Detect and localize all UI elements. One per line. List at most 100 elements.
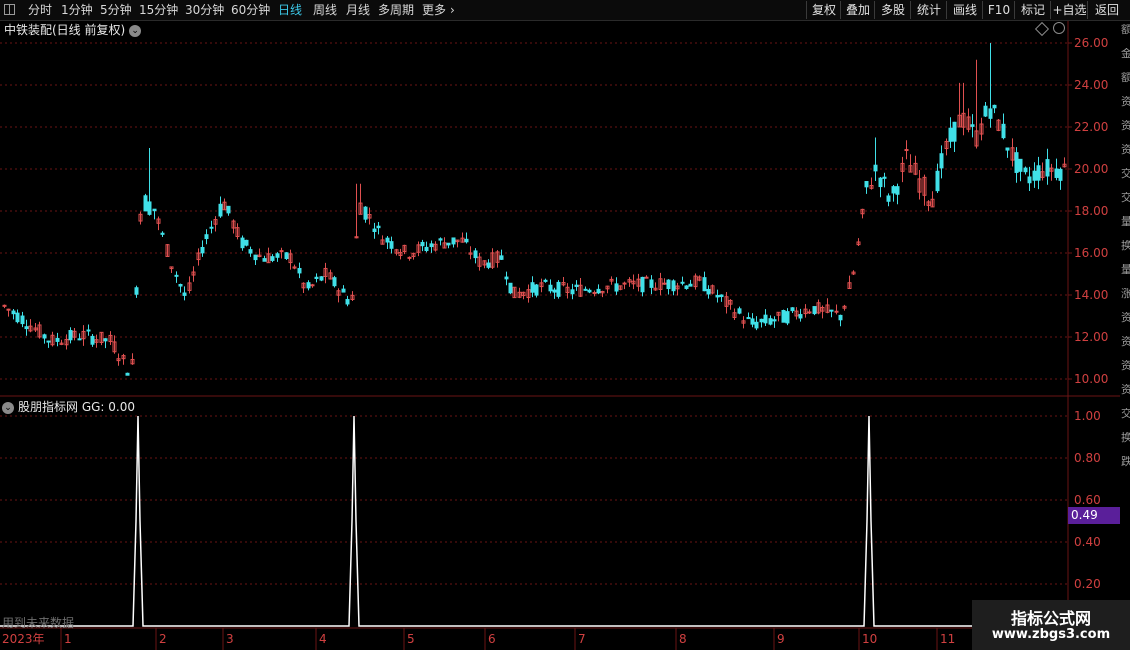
candle-body	[587, 289, 592, 293]
candle-body	[534, 284, 539, 296]
candle-body	[6, 308, 11, 311]
candle-body	[1018, 158, 1023, 172]
toolbar-button-1[interactable]: 叠加	[840, 1, 875, 19]
month-label: 5	[407, 632, 415, 646]
candle-body	[715, 295, 720, 298]
period-tab-4[interactable]: 30分钟	[185, 2, 224, 18]
toolbar-button-6[interactable]: 标记	[1014, 1, 1051, 19]
candle-body	[451, 237, 456, 245]
toolbar-button-2[interactable]: 多股	[874, 1, 911, 19]
candle-body	[649, 279, 654, 288]
month-label: 11	[940, 632, 955, 646]
candle-body	[306, 282, 311, 289]
candle-body	[218, 203, 223, 217]
candle-body	[763, 314, 768, 324]
candle-body	[486, 262, 491, 268]
candle-body	[385, 237, 390, 243]
candle-body	[983, 105, 988, 117]
month-label: 3	[226, 632, 234, 646]
candle-body	[504, 276, 509, 280]
candle-body	[15, 312, 20, 323]
chevron-right-icon[interactable]: ›	[450, 2, 455, 18]
price-axis-label: 22.00	[1074, 120, 1108, 134]
candle-body	[552, 289, 557, 293]
candle-body	[583, 288, 588, 291]
candle-body	[275, 253, 280, 258]
candle-body	[895, 186, 900, 195]
candle-body	[750, 318, 755, 325]
period-tab-5[interactable]: 60分钟	[231, 2, 270, 18]
toolbar-button-3[interactable]: 统计	[910, 1, 947, 19]
toolbar-button-4[interactable]: 画线	[946, 1, 983, 19]
candle-body	[640, 276, 645, 293]
candle-body	[152, 208, 157, 212]
candle-body	[24, 326, 29, 330]
candle-body	[737, 308, 742, 314]
candle-body	[772, 319, 777, 322]
period-tab-3[interactable]: 15分钟	[139, 2, 178, 18]
toolbar-button-5[interactable]: F10	[982, 1, 1015, 19]
chevron-down-icon[interactable]: ⌄	[129, 24, 142, 37]
toolbar-button-8[interactable]: 返回	[1087, 1, 1126, 19]
candle-body	[1005, 147, 1010, 151]
side-char: 资	[1121, 360, 1130, 372]
candle-body	[530, 282, 535, 293]
candle-body	[988, 108, 993, 119]
side-char: 额	[1121, 72, 1130, 84]
candle-body	[891, 186, 896, 194]
candle-body	[644, 276, 649, 279]
candle-body	[438, 238, 443, 241]
period-tab-1[interactable]: 1分钟	[61, 2, 93, 18]
candle-body	[345, 298, 350, 305]
side-char: 涨	[1121, 288, 1130, 300]
period-tab-8[interactable]: 月线	[346, 2, 370, 18]
candle-body	[666, 279, 671, 290]
period-tab-0[interactable]: 分时	[28, 2, 52, 18]
price-axis-label: 20.00	[1074, 162, 1108, 176]
month-label: 6	[488, 632, 496, 646]
month-label: 7	[578, 632, 586, 646]
period-tab-9[interactable]: 多周期	[378, 2, 414, 18]
candle-body	[688, 283, 693, 287]
candle-body	[363, 206, 368, 220]
candle-body	[143, 195, 148, 212]
candle-body	[785, 311, 790, 324]
window-toggle-icon[interactable]	[4, 4, 15, 15]
future-data-note: 用到未来数据	[2, 616, 75, 630]
candle-body	[1036, 165, 1041, 181]
candle-body	[754, 321, 759, 329]
candle-body	[680, 281, 685, 284]
candle-body	[182, 292, 187, 296]
candle-body	[134, 287, 139, 295]
period-tab-7[interactable]: 周线	[313, 2, 337, 18]
candle-body	[464, 238, 469, 243]
toolbar-button-0[interactable]: 复权	[806, 1, 841, 19]
side-char: 资	[1121, 336, 1130, 348]
toolbar-button-7[interactable]: +自选	[1050, 1, 1088, 19]
month-label: 9	[777, 632, 785, 646]
candle-body	[746, 317, 751, 320]
month-label: 4	[319, 632, 327, 646]
candle-body	[270, 256, 275, 261]
side-char: 资	[1121, 312, 1130, 324]
price-axis-label: 24.00	[1074, 78, 1108, 92]
circle-settings-icon[interactable]	[1053, 22, 1065, 34]
candle-body	[939, 153, 944, 169]
stock-name-label: 中铁装配(日线 前复权)	[4, 23, 126, 37]
chevron-down-icon[interactable]: ⌄	[2, 401, 14, 414]
period-tab-10[interactable]: 更多	[422, 2, 446, 18]
period-tab-2[interactable]: 5分钟	[100, 2, 132, 18]
candle-body	[622, 282, 627, 285]
candle-body	[1054, 168, 1059, 178]
candle-body	[798, 314, 803, 319]
candle-body	[499, 255, 504, 260]
candle-body	[446, 242, 451, 246]
candle-body	[11, 310, 16, 315]
side-info-column: 额金额资资资交交量换量涨资资资资交换跌	[1121, 20, 1130, 650]
side-char: 量	[1121, 264, 1130, 276]
candle-body	[262, 258, 267, 262]
period-tab-6[interactable]: 日线	[278, 2, 302, 18]
candle-body	[829, 309, 834, 312]
candle-body	[1023, 167, 1028, 173]
candle-body	[548, 284, 553, 292]
